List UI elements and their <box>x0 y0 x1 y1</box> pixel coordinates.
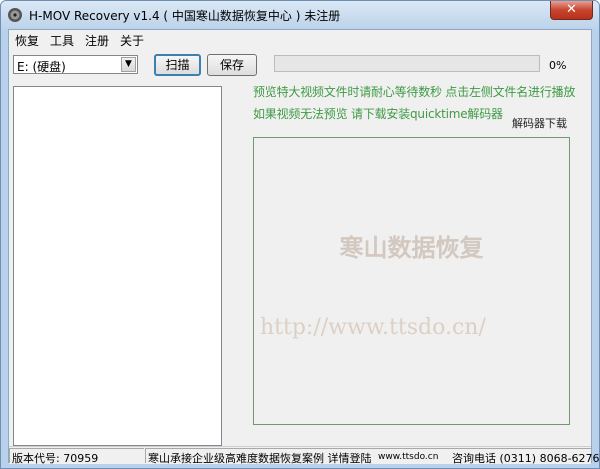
menu-recover[interactable]: 恢复 <box>15 32 39 49</box>
chevron-down-icon[interactable]: ▼ <box>121 57 136 72</box>
menu-about[interactable]: 关于 <box>120 32 144 49</box>
app-window: H-MOV Recovery v1.4 ( 中国寒山数据恢复中心 ) 未注册 ✕… <box>0 0 600 469</box>
progress-percent: 0% <box>549 59 567 72</box>
scan-progress-bar <box>274 55 540 72</box>
promo-url[interactable]: www.ttsdo.cn <box>378 452 438 462</box>
window-title: H-MOV Recovery v1.4 ( 中国寒山数据恢复中心 ) 未注册 <box>29 9 341 23</box>
menu-register[interactable]: 注册 <box>85 32 109 49</box>
promo-text: 寒山承接企业级高难度数据恢复案例 详情登陆 <box>148 452 372 465</box>
close-button[interactable]: ✕ <box>550 1 593 20</box>
menu-bar: 恢复 工具 注册 关于 <box>9 30 591 48</box>
drive-select-value: E: (硬盘) <box>17 60 66 74</box>
app-icon <box>8 8 22 22</box>
decoder-download-link[interactable]: 解码器下载 <box>512 115 567 131</box>
watermark-url: http://www.ttsdo.cn/ <box>260 315 486 340</box>
scan-button[interactable]: 扫描 <box>154 54 201 76</box>
preview-hint-line-2: 如果视频无法预览 请下载安装quicktime解码器 <box>253 107 503 121</box>
contact-phone: 咨询电话 (0311) 8068-6276 <box>452 452 600 465</box>
status-bar: 版本代号: 70959 寒山承接企业级高难度数据恢复案例 详情登陆 www.tt… <box>9 446 599 465</box>
file-list[interactable] <box>13 86 222 446</box>
version-code: 版本代号: 70959 <box>12 452 99 465</box>
watermark-title: 寒山数据恢复 <box>339 233 484 262</box>
menu-tools[interactable]: 工具 <box>50 32 74 49</box>
client-area: 恢复 工具 注册 关于 E: (硬盘) ▼ 扫描 保存 0% 预览特大视频文件时… <box>8 29 599 465</box>
preview-hint-line-1: 预览特大视频文件时请耐心等待数秒 点击左侧文件名进行播放 <box>253 85 576 99</box>
status-cell-promo: 寒山承接企业级高难度数据恢复案例 详情登陆 www.ttsdo.cn 咨询电话 … <box>145 448 599 465</box>
save-button[interactable]: 保存 <box>207 54 257 76</box>
title-bar[interactable]: H-MOV Recovery v1.4 ( 中国寒山数据恢复中心 ) 未注册 ✕ <box>1 1 599 29</box>
video-preview-panel[interactable]: 寒山数据恢复 http://www.ttsdo.cn/ <box>253 137 570 425</box>
status-cell-version: 版本代号: 70959 <box>9 448 144 465</box>
drive-select[interactable]: E: (硬盘) ▼ <box>13 55 138 74</box>
close-icon: ✕ <box>566 2 577 17</box>
